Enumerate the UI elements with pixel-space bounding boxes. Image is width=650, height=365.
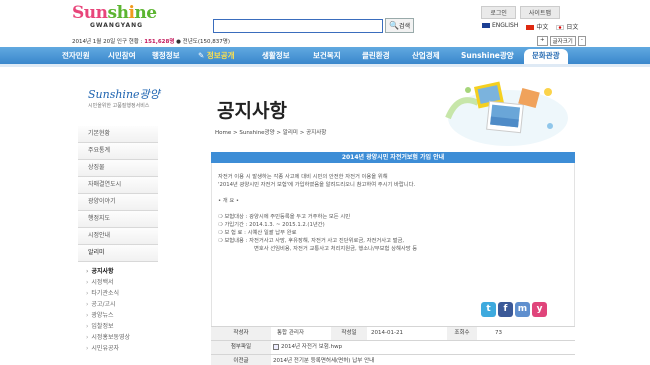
- main-nav: 전자민원 시민참여 행정정보 ✎ 정보공개 생활정보 보건복지 클린환경 산업경…: [0, 47, 650, 64]
- notice-section-title: • 개 요 •: [218, 198, 240, 204]
- sidebar-sub-news[interactable]: 광양뉴스: [78, 310, 158, 321]
- twitter-icon[interactable]: t: [481, 302, 496, 317]
- nav-subbar: [0, 64, 650, 67]
- page-title: 공지사항: [217, 100, 287, 122]
- date-value: 2014-01-21: [371, 330, 403, 336]
- me2day-icon[interactable]: m: [515, 302, 530, 317]
- views-value: 73: [495, 330, 502, 336]
- lang-english[interactable]: ENGLISH: [482, 22, 518, 31]
- login-button[interactable]: 로그인: [481, 6, 516, 19]
- nav-item-sunshine[interactable]: Sunshine광양: [461, 47, 514, 64]
- site-logo[interactable]: Sunshine GWANGYANG: [72, 3, 157, 30]
- sidebar-sub-announcements[interactable]: 공고/고시: [78, 299, 158, 310]
- sitemap-button[interactable]: 사이트맵: [519, 6, 560, 19]
- search-input[interactable]: [213, 19, 383, 33]
- lang-japanese[interactable]: 日文: [556, 22, 578, 31]
- sidebar-logo: Sunshine광양 시민을위한 고품질행정서비스: [88, 88, 160, 109]
- top-utility-links: 로그인 사이트맵: [481, 6, 560, 19]
- sidebar-item-stats[interactable]: 주요통계: [78, 143, 158, 160]
- sns-share: t f m y: [481, 302, 547, 317]
- sidebar-item-sister-cities[interactable]: 자매결연도시: [78, 177, 158, 194]
- lang-chinese[interactable]: 中文: [526, 22, 548, 31]
- decorative-photo-frames: [445, 81, 568, 146]
- us-flag-icon: [482, 23, 490, 28]
- notice-bullet: 보 험 료 : 시예산 일괄 납부 완료: [218, 229, 568, 237]
- prev-label: 이전글: [211, 355, 271, 365]
- notice-bullet: 보험대상 : 광양시에 주민등록을 두고 거주하는 모든 시민: [218, 213, 568, 221]
- nav-item-environment[interactable]: 클린환경: [362, 47, 390, 64]
- attachment-row: 첨부파일 2014년 자전거 보험.hwp: [211, 340, 575, 354]
- sidebar-sub-videos[interactable]: 시정홍보동영상: [78, 332, 158, 343]
- facebook-icon[interactable]: f: [498, 302, 513, 317]
- notice-line: '2014년 광양시민 자전거 보험'에 가입하였음을 알려드리오니 참고하여 …: [218, 182, 416, 188]
- font-increase-button[interactable]: +: [537, 36, 548, 46]
- nav-item-life[interactable]: 생활정보: [262, 47, 290, 64]
- search-button-label: 검색: [398, 23, 410, 30]
- breadcrumb: Home > Sunshine광양 > 알리미 > 공지사항: [215, 130, 327, 136]
- sidebar-menu: 기본현황 주요통계 상징물 자매결연도시 광양이야기 행정지도 시정안내 알리미…: [78, 126, 158, 354]
- sidebar-sub-meritorious[interactable]: 시민유공자: [78, 343, 158, 354]
- logo-subtitle: GWANGYANG: [90, 22, 144, 29]
- nav-item-disclosure[interactable]: ✎ 정보공개: [198, 47, 235, 64]
- file-icon: [273, 343, 279, 350]
- notice-line: 변호사 선임비용, 자전거 교통사고 처리지원금, 행소나/무보험 상해사망 등: [254, 246, 418, 252]
- notice-heading: 2014년 광양시민 자전거보험 가입 안내: [211, 152, 575, 163]
- font-decrease-button[interactable]: -: [577, 36, 586, 46]
- sidebar-item-notifications[interactable]: 알리미: [78, 245, 158, 262]
- nav-item-economy[interactable]: 산업경제: [412, 47, 440, 64]
- date-label: 작성일: [331, 327, 367, 340]
- search-icon: 🔍: [388, 21, 399, 30]
- sidebar-item-overview[interactable]: 기본현황: [78, 126, 158, 143]
- notice-board: 2014년 광양시민 자전거보험 가입 안내 자전거 이용 시 발생하는 각종 …: [211, 152, 575, 326]
- sidebar-item-story[interactable]: 광양이야기: [78, 194, 158, 211]
- nav-item-culture[interactable]: 문화관광: [524, 49, 568, 64]
- notice-line: 자전거 이용 시 발생하는 각종 사고에 대비 시민의 안전한 자전거 이용을 …: [218, 174, 388, 180]
- sidebar-item-map[interactable]: 행정지도: [78, 211, 158, 228]
- population-status: 2014년 1월 20일 인구 현황 : 151,628명 ● 전년도(150,…: [72, 39, 230, 45]
- font-size-label: 글자크기: [549, 36, 576, 46]
- logo-wordmark: Sunshine: [72, 3, 157, 23]
- attachment-label: 첨부파일: [211, 341, 271, 354]
- author-label: 작성자: [211, 327, 271, 340]
- nav-item-civil[interactable]: 전자민원: [62, 47, 90, 64]
- sidebar-sub-whitepaper[interactable]: 시정백서: [78, 277, 158, 288]
- prev-post-link[interactable]: 2014년 전기분 등록면허세(면허) 납부 안내: [273, 355, 374, 365]
- nav-item-admin[interactable]: 행정정보: [152, 47, 180, 64]
- sidebar-sub-bids[interactable]: 입찰정보: [78, 321, 158, 332]
- japan-flag-icon: [556, 25, 565, 30]
- notice-bullet: 보험내용 : 자전거사고 사망, 후유장해, 자전거 사고 진단위로금, 자전거…: [218, 237, 568, 245]
- notice-meta-row: 작성자 통합 관리자 작성일 2014-01-21 조회수 73: [211, 326, 575, 340]
- yozm-icon[interactable]: y: [532, 302, 547, 317]
- nav-item-participation[interactable]: 시민참여: [108, 47, 136, 64]
- font-size-control: + 글자크기 -: [537, 36, 586, 46]
- sidebar-sub-notices[interactable]: 공지사항: [78, 266, 158, 277]
- china-flag-icon: [526, 25, 535, 30]
- sidebar-item-guide[interactable]: 시정안내: [78, 228, 158, 245]
- prev-post-row: 이전글 2014년 전기분 등록면허세(면허) 납부 안내: [211, 354, 575, 365]
- search-button[interactable]: 🔍검색: [385, 18, 414, 33]
- sidebar-sub-agency-news[interactable]: 타기관소식: [78, 288, 158, 299]
- attachment-link[interactable]: 2014년 자전거 보험.hwp: [273, 341, 342, 354]
- language-selector: ENGLISH 中文 日文: [482, 22, 578, 31]
- views-label: 조회수: [447, 327, 477, 340]
- sidebar-item-symbols[interactable]: 상징물: [78, 160, 158, 177]
- notice-bullet: 가입기간 : 2014.1.3. ~ 2015.1.2.(1년간): [218, 221, 568, 229]
- nav-item-welfare[interactable]: 보건복지: [313, 47, 341, 64]
- author-value: 통합 관리자: [277, 330, 305, 336]
